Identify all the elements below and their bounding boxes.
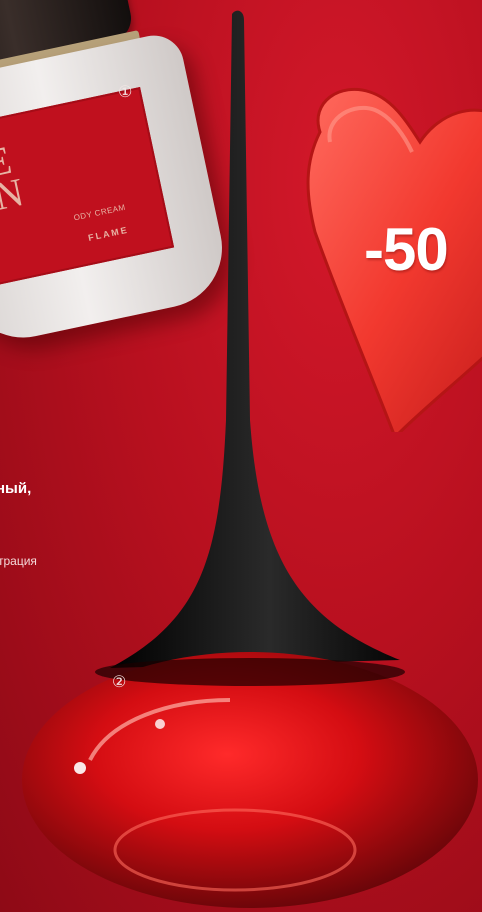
bottle-cap: [110, 10, 400, 668]
product-promo-scene: E ON ODY CREAM FLAME ① -50 ный, трация ②: [0, 0, 482, 912]
bottle-glass: [22, 652, 478, 908]
perfume-bottle: [22, 10, 478, 908]
bottle-marker: ②: [112, 674, 127, 691]
